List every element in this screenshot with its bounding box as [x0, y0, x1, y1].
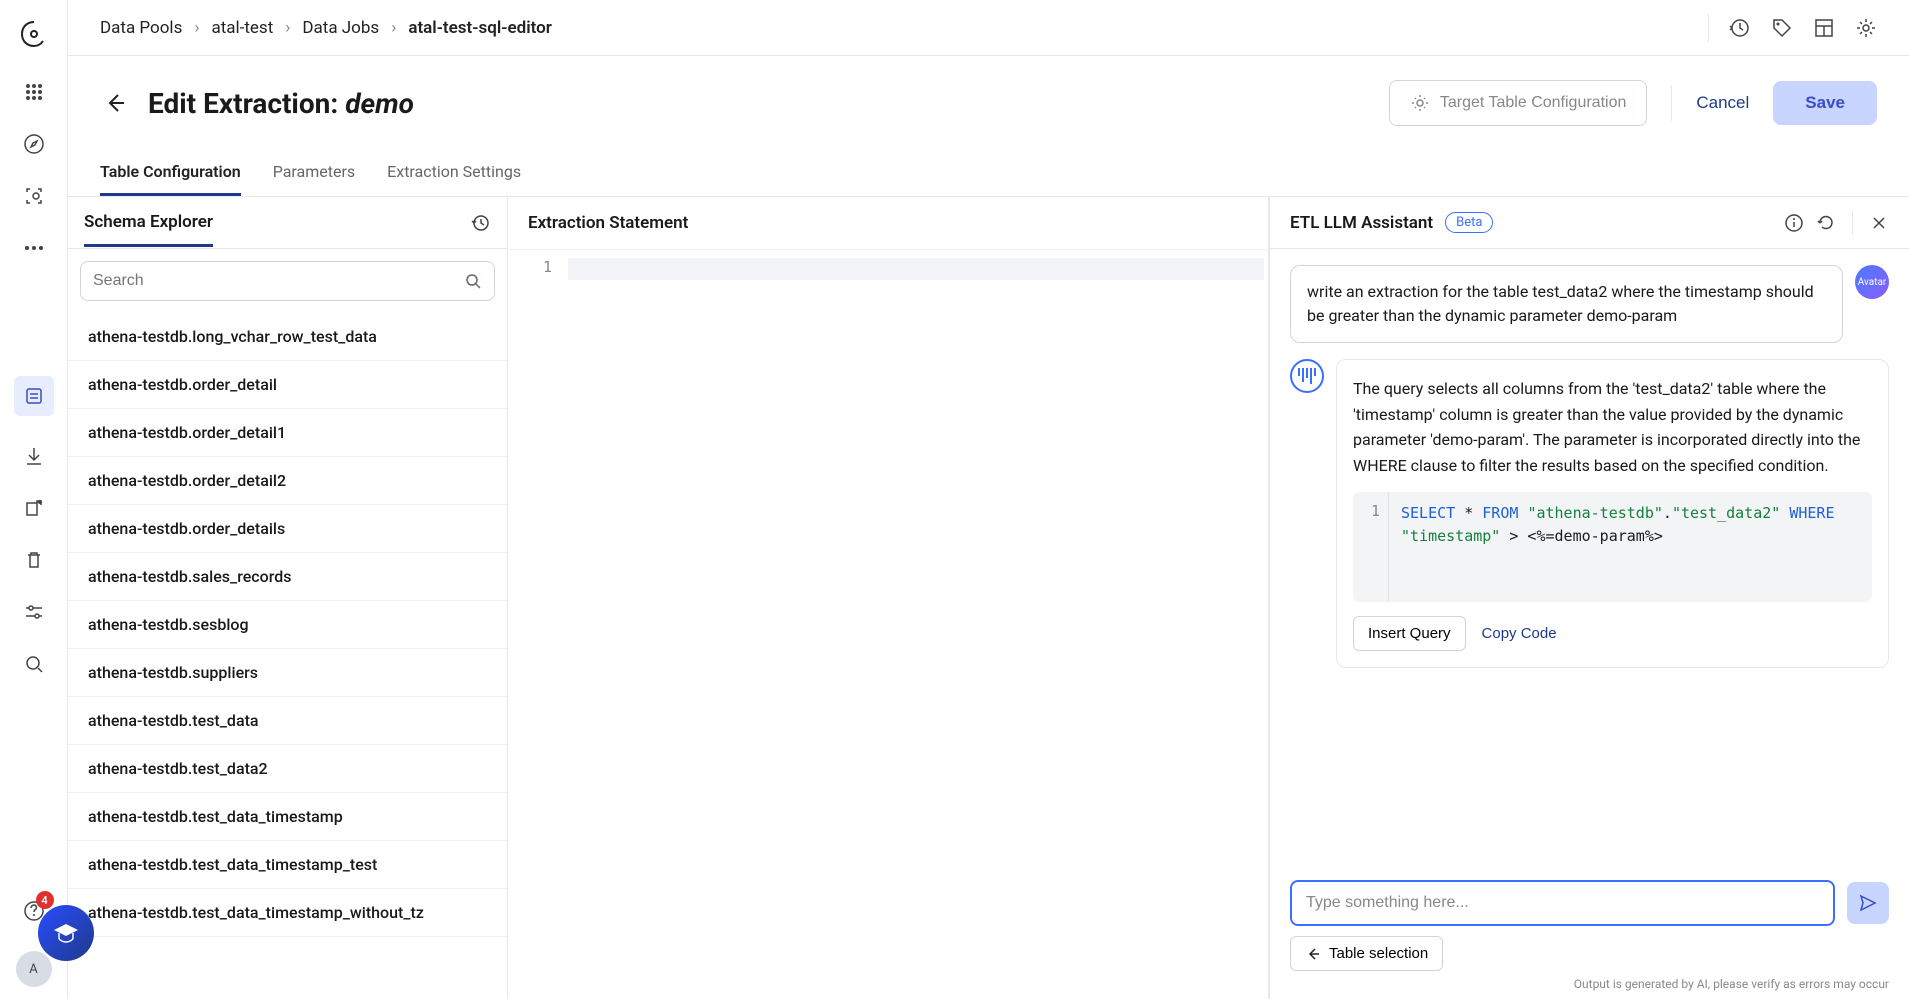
- info-icon[interactable]: [1784, 213, 1804, 233]
- graduation-icon[interactable]: [38, 905, 94, 961]
- refresh-icon[interactable]: [471, 213, 491, 233]
- schema-item[interactable]: athena-testdb.test_data_timestamp_withou…: [68, 889, 507, 937]
- download-icon[interactable]: [22, 444, 46, 468]
- tab-table-config[interactable]: Table Configuration: [100, 150, 241, 196]
- schema-search-input[interactable]: [93, 272, 464, 290]
- editor-panel: Extraction Statement 1: [508, 197, 1269, 999]
- schema-item[interactable]: athena-testdb.test_data_timestamp_test: [68, 841, 507, 889]
- ai-message: The query selects all columns from the '…: [1336, 359, 1889, 668]
- sql-code[interactable]: SELECT * FROM "athena-testdb"."test_data…: [1389, 492, 1872, 602]
- close-icon[interactable]: [1869, 213, 1889, 233]
- schema-item[interactable]: athena-testdb.test_data: [68, 697, 507, 745]
- chat-input[interactable]: [1290, 880, 1835, 926]
- reset-icon[interactable]: [1816, 213, 1836, 233]
- app-logo: [16, 16, 52, 52]
- schema-item[interactable]: athena-testdb.test_data2: [68, 745, 507, 793]
- schema-item[interactable]: athena-testdb.sales_records: [68, 553, 507, 601]
- page-title: Edit Extraction: demo: [148, 87, 414, 120]
- schema-item[interactable]: athena-testdb.test_data_timestamp: [68, 793, 507, 841]
- tag-icon[interactable]: [1771, 17, 1793, 39]
- schema-search[interactable]: [80, 261, 495, 301]
- schema-item[interactable]: athena-testdb.suppliers: [68, 649, 507, 697]
- list-icon[interactable]: [14, 376, 54, 416]
- trash-icon[interactable]: [22, 548, 46, 572]
- sliders-icon[interactable]: [22, 600, 46, 624]
- user-avatar-icon: Avatar: [1855, 265, 1889, 299]
- tab-parameters[interactable]: Parameters: [273, 150, 355, 196]
- page-header: Edit Extraction: demo Target Table Confi…: [68, 56, 1909, 150]
- target-table-config-button[interactable]: Target Table Configuration: [1389, 80, 1648, 126]
- beta-badge: Beta: [1445, 212, 1493, 233]
- chevron-right-icon: ›: [194, 18, 199, 38]
- editor-title: Extraction Statement: [508, 197, 1268, 250]
- schema-item[interactable]: athena-testdb.order_detail: [68, 361, 507, 409]
- insert-query-button[interactable]: Insert Query: [1353, 616, 1466, 651]
- notification-badge: 4: [36, 891, 54, 909]
- schema-explorer-title: Schema Explorer: [84, 212, 213, 247]
- scan-icon[interactable]: [22, 184, 46, 208]
- schema-explorer-panel: Schema Explorer athena-testdb.long_vchar…: [68, 197, 508, 999]
- gear-icon[interactable]: [1855, 17, 1877, 39]
- compass-icon[interactable]: [22, 132, 46, 156]
- user-avatar[interactable]: A: [16, 951, 52, 987]
- code-editor[interactable]: 1: [508, 250, 1268, 999]
- cancel-button[interactable]: Cancel: [1696, 93, 1749, 113]
- layout-icon[interactable]: [1813, 17, 1835, 39]
- ai-avatar-icon: [1290, 359, 1324, 393]
- crumb-3[interactable]: atal-test-sql-editor: [408, 18, 552, 38]
- back-arrow-icon[interactable]: [100, 89, 128, 117]
- apps-icon[interactable]: [22, 80, 46, 104]
- export-icon[interactable]: [22, 496, 46, 520]
- save-button[interactable]: Save: [1773, 81, 1877, 125]
- schema-item[interactable]: athena-testdb.order_details: [68, 505, 507, 553]
- crumb-0[interactable]: Data Pools: [100, 18, 182, 38]
- assistant-title: ETL LLM Assistant: [1290, 213, 1433, 233]
- crumb-2[interactable]: Data Jobs: [302, 18, 379, 38]
- assistant-panel: ETL LLM Assistant Beta: [1269, 197, 1909, 999]
- copy-code-button[interactable]: Copy Code: [1482, 625, 1557, 642]
- breadcrumb: Data Pools › atal-test › Data Jobs › ata…: [100, 18, 552, 38]
- chevron-right-icon: ›: [391, 18, 396, 38]
- history-icon[interactable]: [1729, 17, 1751, 39]
- tab-extraction-settings[interactable]: Extraction Settings: [387, 150, 521, 196]
- search-icon: [464, 272, 482, 290]
- send-button[interactable]: [1847, 882, 1889, 924]
- topbar: Data Pools › atal-test › Data Jobs › ata…: [68, 0, 1909, 56]
- more-icon[interactable]: [22, 236, 46, 260]
- table-selection-button[interactable]: Table selection: [1290, 936, 1443, 971]
- crumb-1[interactable]: atal-test: [211, 18, 273, 38]
- schema-item[interactable]: athena-testdb.sesblog: [68, 601, 507, 649]
- arrow-left-icon: [1305, 946, 1321, 962]
- user-message: write an extraction for the table test_d…: [1290, 265, 1843, 343]
- chevron-right-icon: ›: [285, 18, 290, 38]
- line-gutter: 1: [508, 250, 564, 999]
- schema-item[interactable]: athena-testdb.order_detail2: [68, 457, 507, 505]
- schema-list[interactable]: athena-testdb.long_vchar_row_test_data a…: [68, 313, 507, 999]
- left-nav: 4 A: [0, 0, 68, 999]
- schema-item[interactable]: athena-testdb.order_detail1: [68, 409, 507, 457]
- tabs: Table Configuration Parameters Extractio…: [68, 150, 1909, 197]
- code-block: 1 SELECT * FROM "athena-testdb"."test_da…: [1353, 492, 1872, 602]
- ai-response-text: The query selects all columns from the '…: [1353, 376, 1872, 478]
- search-icon[interactable]: [22, 652, 46, 676]
- ai-disclaimer: Output is generated by AI, please verify…: [1290, 977, 1889, 991]
- schema-item[interactable]: athena-testdb.long_vchar_row_test_data: [68, 313, 507, 361]
